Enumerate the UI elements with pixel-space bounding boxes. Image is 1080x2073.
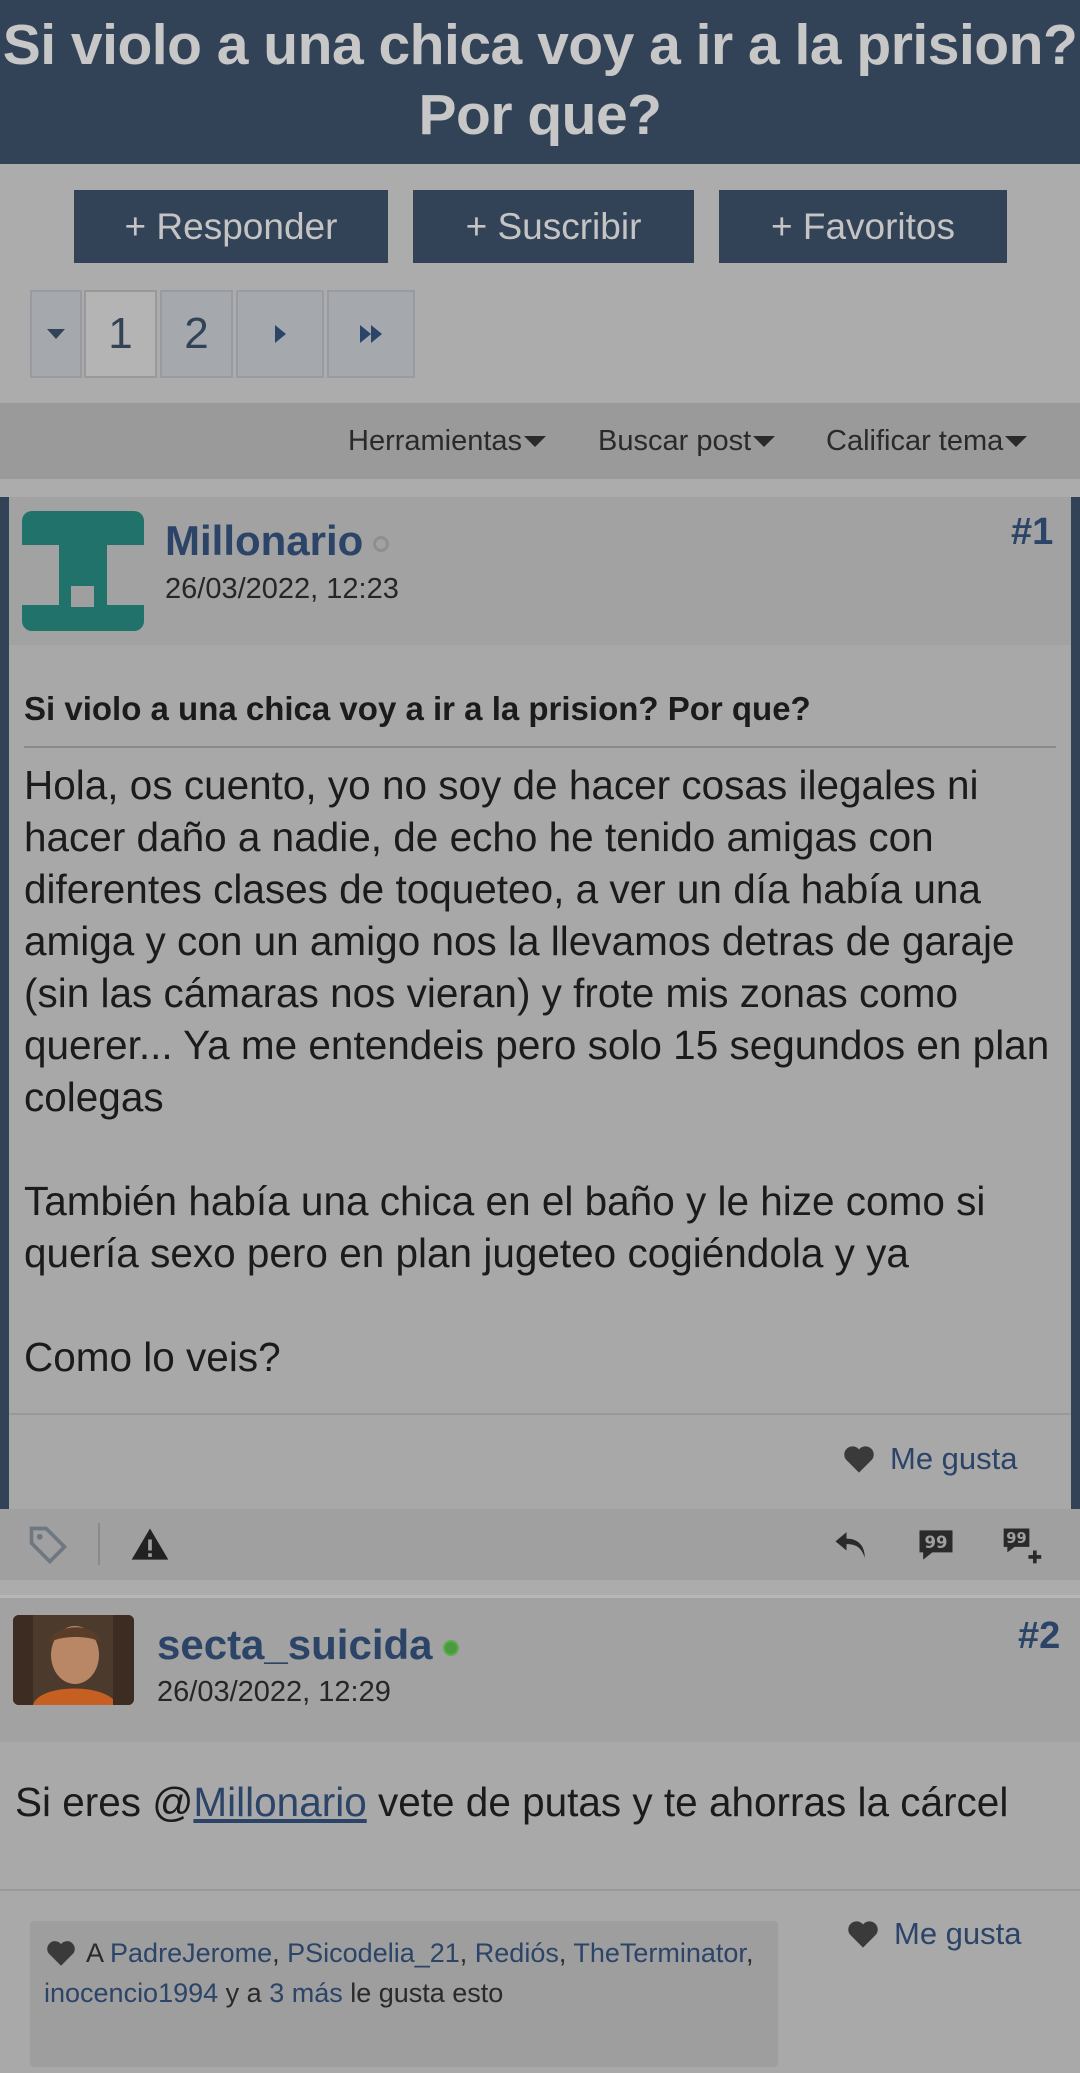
reply-arrow-icon[interactable] (830, 1523, 874, 1567)
heart-icon (47, 1941, 75, 1966)
post-1: Millonario 26/03/2022, 12:23 #1 Si violo… (0, 497, 1080, 1509)
divider (9, 1413, 1071, 1415)
liker-link[interactable]: Rediós (475, 1938, 559, 1968)
online-status-icon (442, 1639, 459, 1656)
like-label: Me gusta (894, 1916, 1022, 1951)
quote-icon[interactable]: 99 (914, 1523, 958, 1567)
avatar[interactable] (22, 511, 144, 631)
favorites-button[interactable]: + Favoritos (719, 190, 1007, 263)
warning-icon[interactable] (128, 1523, 172, 1567)
liker-link[interactable]: TheTerminator (573, 1938, 746, 1968)
likers-suffix: le gusta esto (342, 1978, 504, 2008)
user-photo-icon (13, 1615, 134, 1705)
liker-link[interactable]: PadreJerome (110, 1938, 272, 1968)
post-body: Hola, os cuento, yo no soy de hacer cosa… (24, 762, 1050, 1380)
caret-down-icon (47, 329, 65, 339)
post-date: 26/03/2022, 12:29 (157, 1676, 391, 1708)
likers-and: y a (218, 1978, 270, 2008)
thread-tools-bar: Herramientas Buscar post Calificar tema (0, 403, 1080, 479)
post-action-bar: 99 99 (0, 1509, 1080, 1580)
username[interactable]: secta_suicida (157, 1621, 459, 1669)
post-date: 26/03/2022, 12:23 (165, 573, 399, 605)
caret-down-icon (1005, 436, 1028, 447)
tools-menu[interactable]: Herramientas (348, 425, 547, 458)
likers-prefix: A (86, 1938, 111, 1968)
thread-title-line2: Por que? (418, 83, 662, 147)
username-text: Millonario (165, 517, 364, 564)
post-2: secta_suicida 26/03/2022, 12:29 #2 Si er… (0, 1595, 1080, 2073)
post-header: Millonario 26/03/2022, 12:23 #1 (9, 497, 1071, 645)
heart-icon (848, 1921, 878, 1948)
post-body: Si eres @Millonario vete de putas y te a… (15, 1776, 1065, 1828)
divider (98, 1523, 100, 1565)
liker-link[interactable]: PSicodelia_21 (287, 1938, 460, 1968)
subscribe-button[interactable]: + Suscribir (413, 190, 694, 263)
search-post-label: Buscar post (598, 425, 752, 457)
mention-link[interactable]: Millonario (193, 1779, 366, 1825)
reply-button[interactable]: + Responder (74, 190, 388, 263)
arrow-right-icon (274, 325, 286, 343)
last-page-button[interactable] (327, 290, 415, 378)
likers-summary: A PadreJerome, PSicodelia_21, Rediós, Th… (30, 1921, 778, 2067)
rate-thread-menu[interactable]: Calificar tema (826, 425, 1028, 458)
post-number-link[interactable]: #1 (1011, 511, 1053, 554)
like-button[interactable]: Me gusta (842, 1441, 1018, 1477)
tools-menu-label: Herramientas (348, 425, 523, 457)
offline-status-icon (373, 535, 390, 552)
heart-icon (844, 1446, 874, 1473)
tag-icon[interactable] (26, 1523, 70, 1567)
more-likers-link[interactable]: 3 más (269, 1978, 343, 2008)
thread-title: Si violo a una chica voy a ir a la prisi… (0, 0, 1080, 164)
like-button[interactable]: Me gusta (846, 1916, 1022, 1952)
multi-quote-icon[interactable]: 99 (1000, 1523, 1044, 1567)
avatar[interactable] (13, 1615, 134, 1705)
username-text: secta_suicida (157, 1621, 433, 1668)
post-text: vete de putas y te ahorras la cárcel (366, 1779, 1009, 1825)
post-text: Si eres @ (15, 1779, 194, 1825)
page-1-button[interactable]: 1 (84, 290, 157, 378)
double-arrow-right-icon (360, 325, 371, 343)
svg-text:99: 99 (1006, 1530, 1026, 1547)
post-title: Si violo a una chica voy a ir a la prisi… (24, 690, 811, 727)
username[interactable]: Millonario (165, 517, 390, 565)
page-dropdown-button[interactable] (30, 290, 82, 378)
page-2-button[interactable]: 2 (160, 290, 233, 378)
caret-down-icon (524, 436, 547, 447)
next-page-button[interactable] (236, 290, 324, 378)
double-arrow-right-icon-part (371, 325, 382, 343)
like-label: Me gusta (890, 1441, 1018, 1476)
post-number-link[interactable]: #2 (1018, 1615, 1060, 1658)
svg-text:99: 99 (925, 1533, 948, 1552)
post-header: secta_suicida 26/03/2022, 12:29 #2 (0, 1598, 1080, 1742)
search-post-menu[interactable]: Buscar post (598, 425, 776, 458)
divider (24, 746, 1056, 748)
divider (0, 1889, 1080, 1891)
liker-link[interactable]: inocencio1994 (44, 1978, 218, 2008)
thread-title-line1: Si violo a una chica voy a ir a la prisi… (2, 13, 1078, 77)
caret-down-icon (753, 436, 776, 447)
rate-thread-label: Calificar tema (826, 425, 1004, 457)
